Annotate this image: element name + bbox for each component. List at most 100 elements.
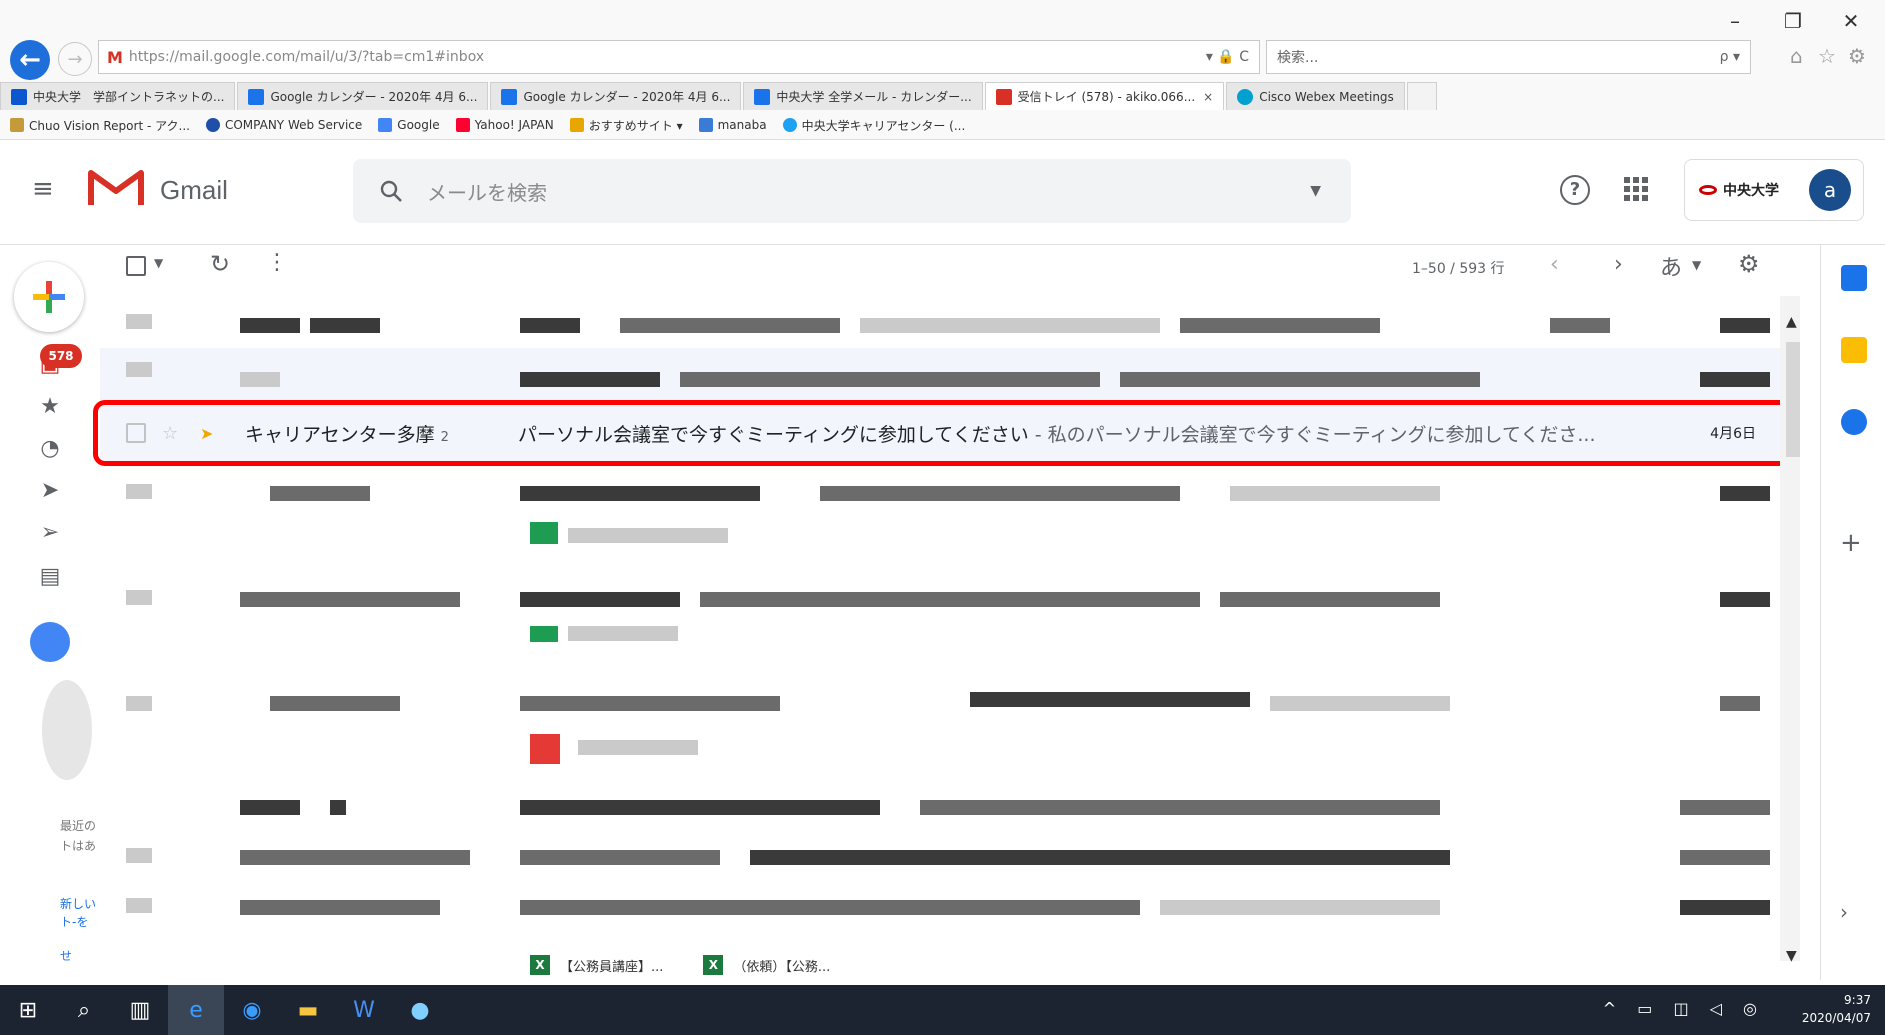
main-menu-icon[interactable]: ≡: [32, 174, 60, 204]
file-explorer-icon[interactable]: ▬: [280, 985, 336, 1035]
compose-button[interactable]: [14, 262, 84, 332]
address-bar[interactable]: M https://mail.google.com/mail/u/3/?tab=…: [98, 40, 1260, 74]
redacted-block: [270, 696, 400, 711]
tab-close-icon[interactable]: ×: [1203, 90, 1213, 104]
clock-date: 2020/04/07: [1801, 1011, 1871, 1025]
favorite-chuo-vision[interactable]: Chuo Vision Report - アク...: [10, 117, 190, 134]
system-tray[interactable]: ^ ▭ ◫ ◁ ◎: [1603, 999, 1765, 1018]
new-tab-button[interactable]: [1406, 82, 1437, 110]
settings-gear-icon[interactable]: ⚙: [1738, 250, 1760, 278]
edge-icon[interactable]: ◉: [224, 985, 280, 1035]
list-item[interactable]: [100, 572, 1792, 676]
new-chat-link-2[interactable]: ト-を: [60, 914, 88, 930]
more-vert-icon[interactable]: ⋮: [266, 250, 288, 275]
keep-icon[interactable]: [1841, 337, 1867, 363]
redacted-block: [126, 362, 152, 377]
favorite-career-center[interactable]: 中央大学キャリアセンター (...: [782, 117, 965, 134]
list-item[interactable]: [100, 880, 1792, 930]
select-all-checkbox[interactable]: [126, 256, 146, 276]
input-tools-button[interactable]: あ: [1660, 250, 1682, 282]
tab-gmail-inbox[interactable]: 受信トレイ (578) - akiko.066... ×: [984, 82, 1225, 110]
next-page-icon[interactable]: ›: [1614, 252, 1623, 277]
search-options-caret-icon[interactable]: ▼: [1310, 183, 1321, 199]
favorite-recommended[interactable]: おすすめサイト ▾: [569, 117, 683, 134]
gmail-logo-icon[interactable]: [88, 167, 144, 207]
tab-webex[interactable]: Cisco Webex Meetings: [1226, 82, 1405, 110]
list-item[interactable]: [100, 462, 1792, 572]
refresh-icon[interactable]: ↻: [210, 250, 230, 278]
taskbar-clock[interactable]: 9:37 2020/04/07: [1802, 991, 1871, 1027]
list-item[interactable]: [100, 780, 1792, 830]
important-icon[interactable]: ➤: [36, 478, 64, 503]
tools-gear-icon[interactable]: ⚙: [1848, 44, 1866, 68]
starred-icon[interactable]: ★: [36, 394, 64, 419]
start-windows-icon[interactable]: ⊞: [0, 985, 56, 1035]
tab-univ-mail-calendar[interactable]: 中央大学 全学メール - カレンダー...: [743, 82, 983, 110]
pdf-attachment-icon[interactable]: [530, 734, 560, 764]
attachment-chips: X 【公務員講座】... X （依頼）【公務...: [530, 950, 1030, 980]
tab-google-calendar-1[interactable]: Google カレンダー - 2020年 4月 6...: [237, 82, 489, 110]
list-item[interactable]: [100, 296, 1792, 348]
list-item[interactable]: [100, 830, 1792, 880]
redacted-block: [860, 318, 1160, 333]
help-icon[interactable]: ?: [1560, 175, 1590, 205]
favorite-manaba[interactable]: manaba: [698, 118, 767, 132]
attachment-chip-1[interactable]: 【公務員講座】...: [560, 956, 663, 975]
list-item[interactable]: [100, 676, 1792, 780]
webex-icon[interactable]: ●: [392, 985, 448, 1035]
scrollbar-thumb[interactable]: [1786, 342, 1800, 457]
minimize-button[interactable]: –: [1712, 4, 1758, 38]
maximize-button[interactable]: ❐: [1770, 4, 1816, 38]
tab-intranet[interactable]: 中央大学 学部イントラネットの...: [0, 82, 236, 110]
panel-collapse-chevron-icon[interactable]: ›: [1840, 900, 1848, 924]
search-icon[interactable]: [379, 179, 403, 203]
account-avatar[interactable]: a: [1809, 169, 1851, 211]
google-apps-icon[interactable]: [1624, 177, 1648, 201]
browser-search-box[interactable]: 検索... ρ ▾: [1266, 40, 1751, 74]
input-tools-caret-icon[interactable]: ▼: [1692, 258, 1701, 272]
new-chat-link-3[interactable]: せ: [60, 948, 72, 964]
scroll-up-icon[interactable]: ▲: [1786, 314, 1797, 330]
gmail-wordmark[interactable]: Gmail: [160, 175, 228, 206]
tab-google-calendar-2[interactable]: Google カレンダー - 2020年 4月 6...: [490, 82, 742, 110]
word-icon[interactable]: W: [336, 985, 392, 1035]
add-ons-plus-icon[interactable]: +: [1840, 528, 1862, 558]
mail-search-bar[interactable]: メールを検索 ▼: [353, 159, 1351, 223]
attachment-chip-2[interactable]: （依頼）【公務...: [733, 956, 830, 975]
recommended-icon: [569, 118, 584, 132]
clock-time: 9:37: [1844, 993, 1871, 1007]
scroll-down-icon[interactable]: ▼: [1786, 948, 1797, 964]
redacted-block: [1550, 318, 1610, 333]
favorites-star-icon[interactable]: ☆: [1818, 44, 1836, 68]
sheet-attachment-icon[interactable]: [530, 626, 558, 642]
redacted-block: [520, 850, 720, 865]
sent-icon[interactable]: ➢: [36, 520, 64, 545]
account-switcher[interactable]: 中央大学 a: [1684, 159, 1864, 221]
task-view-icon[interactable]: ▥: [112, 985, 168, 1035]
mail-search-placeholder[interactable]: メールを検索: [427, 177, 1310, 206]
favorite-company-web[interactable]: COMPANY Web Service: [205, 118, 362, 132]
hangouts-contact-icon[interactable]: [30, 622, 70, 662]
list-item[interactable]: [100, 348, 1792, 400]
back-button[interactable]: ←: [10, 40, 50, 80]
taskbar-search-icon[interactable]: ⌕: [56, 985, 112, 1035]
home-icon[interactable]: ⌂: [1790, 44, 1803, 68]
browser-search-icon[interactable]: ρ ▾: [1720, 49, 1740, 65]
favorite-google[interactable]: Google: [378, 118, 440, 132]
close-window-button[interactable]: ✕: [1828, 4, 1874, 38]
sheet-attachment-icon[interactable]: [530, 522, 558, 544]
forward-button[interactable]: →: [58, 42, 92, 76]
redacted-block: [1180, 318, 1380, 333]
favorite-yahoo[interactable]: Yahoo! JAPAN: [455, 118, 554, 132]
url-controls[interactable]: ▾ 🔒 C: [1206, 49, 1249, 65]
drafts-icon[interactable]: ▤: [36, 564, 64, 589]
calendar-icon[interactable]: [1841, 265, 1867, 291]
snoozed-clock-icon[interactable]: ◔: [36, 436, 64, 461]
mail-toolbar: ▼ ↻ ⋮ 1–50 / 593 行 ‹ › あ ▼ ⚙: [100, 250, 1780, 290]
new-chat-link-1[interactable]: 新しい: [60, 896, 96, 912]
tasks-icon[interactable]: [1841, 409, 1867, 435]
google-icon: [378, 118, 393, 132]
select-options-caret-icon[interactable]: ▼: [154, 256, 163, 270]
prev-page-icon[interactable]: ‹: [1550, 252, 1559, 277]
internet-explorer-icon[interactable]: e: [168, 985, 224, 1035]
